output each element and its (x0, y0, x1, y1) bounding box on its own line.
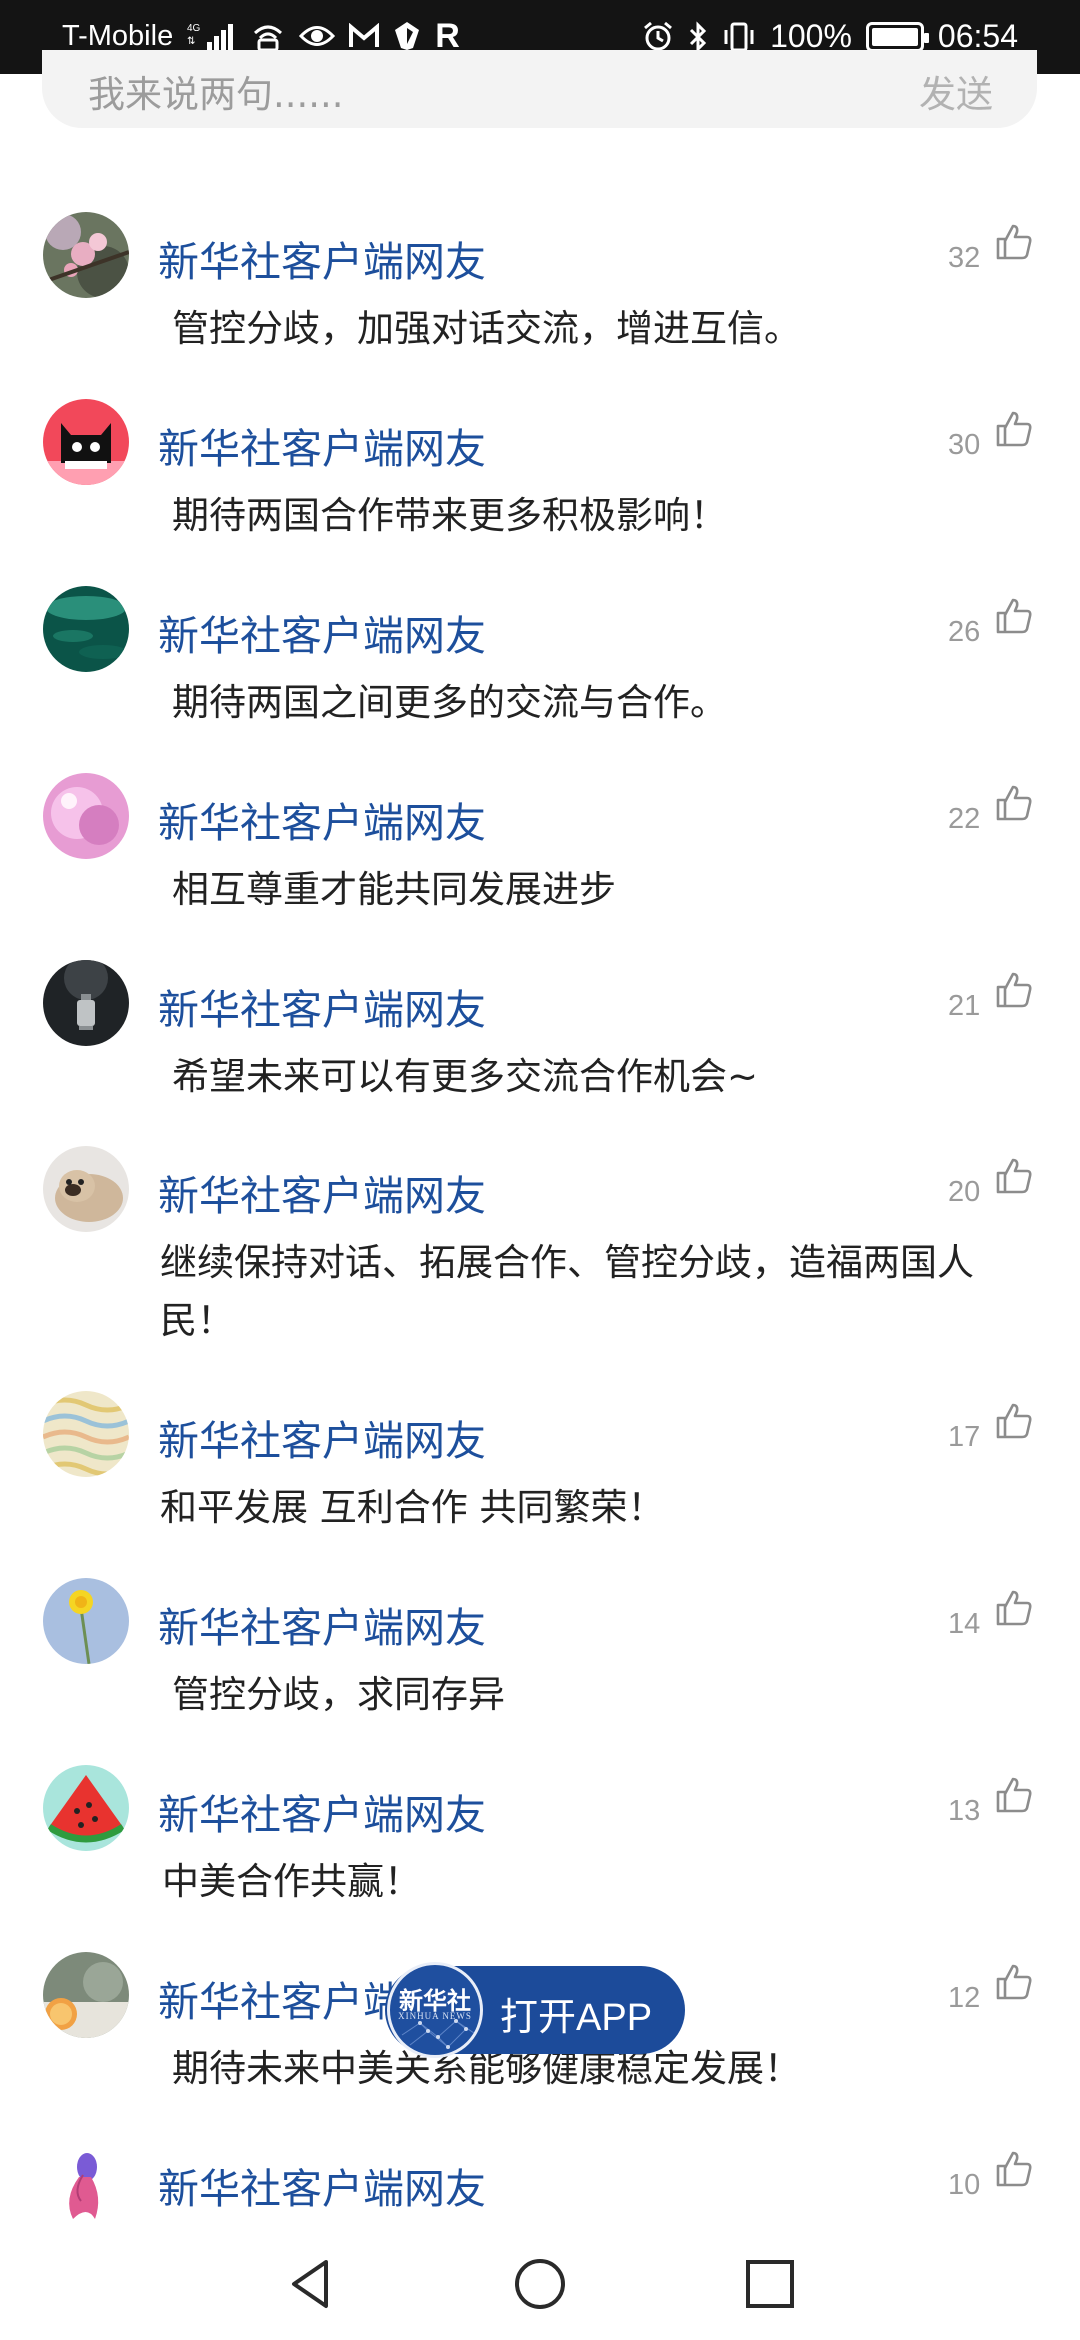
comment-username[interactable]: 新华社客户端网友 (158, 1594, 486, 1654)
comment-text: 管控分歧，加强对话交流，增进互信。 (172, 307, 801, 350)
like-count: 26 (948, 616, 981, 648)
avatar[interactable] (43, 399, 129, 485)
avatar[interactable] (43, 1952, 129, 2038)
avatar[interactable] (43, 960, 129, 1046)
like-count: 14 (948, 1608, 981, 1640)
avatar[interactable] (43, 212, 129, 298)
open-app-label[interactable]: 打开APP (500, 1986, 652, 2041)
comment-text: 希望未来可以有更多交流合作机会~ (172, 1055, 759, 1098)
back-icon[interactable] (282, 2256, 338, 2312)
navigation-bar (0, 2228, 1080, 2340)
avatar[interactable] (43, 1391, 129, 1477)
comment-text: 期待两国之间更多的交流与合作。 (172, 681, 727, 724)
thumbs-up-icon[interactable] (994, 1775, 1034, 1815)
comment-username[interactable]: 新华社客户端网友 (158, 1781, 486, 1841)
eye-icon (299, 18, 336, 54)
avatar[interactable] (43, 773, 129, 859)
svg-text:⇅: ⇅ (187, 36, 195, 47)
comment-username[interactable]: 新华社客户端网友 (158, 789, 486, 849)
avatar[interactable] (43, 586, 129, 672)
like-count: 17 (948, 1421, 981, 1453)
thumbs-up-icon[interactable] (994, 783, 1034, 823)
thumbs-up-icon[interactable] (994, 222, 1034, 262)
r-icon: R (435, 16, 460, 55)
like-count: 13 (948, 1795, 981, 1827)
avatar[interactable] (43, 1765, 129, 1851)
thumbs-up-icon[interactable] (994, 596, 1034, 636)
shield-icon (393, 18, 421, 54)
thumbs-up-icon[interactable] (994, 1156, 1034, 1196)
send-button[interactable]: 发送 (919, 64, 993, 118)
carrier-label: T-Mobile (62, 19, 174, 52)
comment-text: 相互尊重才能共同发展进步 (172, 868, 616, 911)
comment-text: 继续保持对话、拓展合作、管控分歧，造福两国人民！ (160, 1241, 974, 1342)
comment-text: 管控分歧，求同存异 (172, 1673, 505, 1716)
comment-username[interactable]: 新华社客户端网友 (158, 2155, 486, 2215)
comment-username[interactable]: 新华社客户端网友 (158, 1162, 486, 1222)
avatar[interactable] (43, 1578, 129, 1664)
avatar[interactable] (43, 2139, 129, 2225)
thumbs-up-icon[interactable] (994, 1588, 1034, 1628)
like-count: 21 (948, 990, 981, 1022)
signal-icon: 4G ⇅ (187, 18, 237, 54)
thumbs-up-icon[interactable] (994, 1962, 1034, 2002)
like-count: 20 (948, 1176, 981, 1208)
thumbs-up-icon[interactable] (994, 1401, 1034, 1441)
comment-text: 中美合作共赢！ (162, 1860, 421, 1903)
comment-input-placeholder[interactable]: 我来说两句...... (88, 64, 344, 118)
comment-username[interactable]: 新华社客户端网友 (158, 228, 486, 288)
like-count: 30 (948, 429, 981, 461)
xinhua-logo-icon: 新华社 XINHUA NEWS (387, 1962, 483, 2058)
like-count: 22 (948, 803, 981, 835)
like-count: 32 (948, 242, 981, 274)
open-app-button[interactable]: 新华社 XINHUA NEWS 打开APP (385, 1962, 685, 2058)
thumbs-up-icon[interactable] (994, 970, 1034, 1010)
comment-text: 期待两国合作带来更多积极影响！ (172, 494, 727, 537)
comment-text: 和平发展 互利合作 共同繁荣！ (160, 1486, 665, 1529)
comment-username[interactable]: 新华社客户端网友 (158, 602, 486, 662)
home-icon[interactable] (512, 2256, 568, 2312)
avatar[interactable] (43, 1146, 129, 1232)
like-count: 12 (948, 1982, 981, 2014)
comment-username[interactable]: 新华社客户端网友 (158, 415, 486, 475)
recents-icon[interactable] (742, 2256, 798, 2312)
like-count: 10 (948, 2169, 981, 2201)
thumbs-up-icon[interactable] (994, 2149, 1034, 2189)
battery-icon (865, 21, 929, 52)
comment-username[interactable]: 新华社客户端网友 (158, 1407, 486, 1467)
comment-input-bar[interactable]: 我来说两句...... 发送 (42, 50, 1037, 128)
comment-username[interactable]: 新华社客户端网友 (158, 976, 486, 1036)
svg-text:4G: 4G (187, 23, 201, 34)
thumbs-up-icon[interactable] (994, 409, 1034, 449)
gmail-icon (349, 18, 380, 54)
wifi-calling-icon (251, 18, 285, 54)
